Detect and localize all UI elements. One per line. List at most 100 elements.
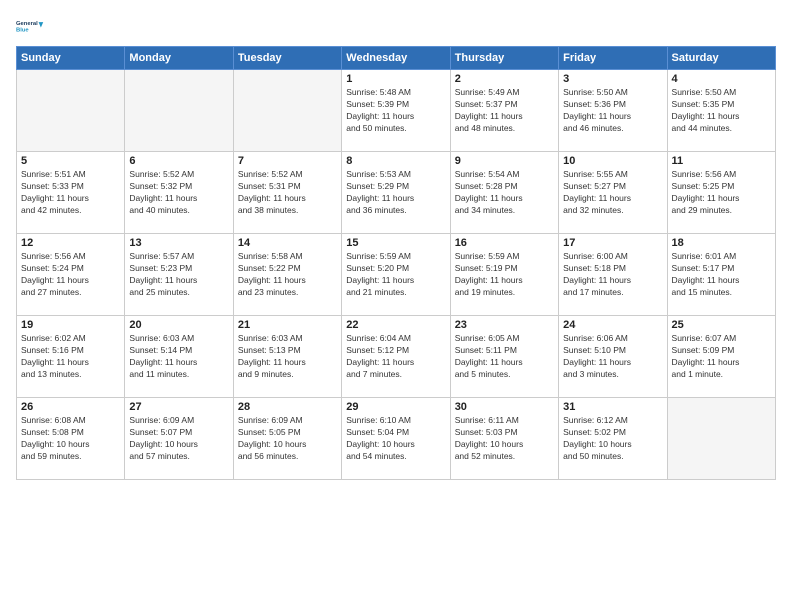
calendar-cell: 17 Sunrise: 6:00 AM Sunset: 5:18 PM Dayli…: [559, 234, 667, 316]
calendar-cell: 5 Sunrise: 5:51 AM Sunset: 5:33 PM Daylig…: [17, 152, 125, 234]
day-info: Sunrise: 5:56 AM Sunset: 5:25 PM Dayligh…: [672, 169, 771, 217]
day-number: 5: [21, 155, 120, 167]
calendar-cell: 14 Sunrise: 5:58 AM Sunset: 5:22 PM Dayli…: [233, 234, 341, 316]
day-number: 6: [129, 155, 228, 167]
calendar-cell: 21 Sunrise: 6:03 AM Sunset: 5:13 PM Dayli…: [233, 316, 341, 398]
calendar-cell: 28Sunrise: 6:09 AM Sunset: 5:05 PM Dayli…: [233, 398, 341, 480]
day-number: 1: [346, 73, 445, 85]
calendar-cell: 8Sunrise: 5:53 AM Sunset: 5:29 PM Daylig…: [342, 152, 450, 234]
day-number: 16: [455, 237, 554, 249]
day-info: Sunrise: 6:11 AM Sunset: 5:03 PM Dayligh…: [455, 415, 554, 463]
day-info: Sunrise: 6:03 AM Sunset: 5:14 PM Dayligh…: [129, 333, 228, 381]
day-info: Sunrise: 5:52 AM Sunset: 5:32 PM Dayligh…: [129, 169, 228, 217]
calendar-cell: 4 Sunrise: 5:50 AM Sunset: 5:35 PM Daylig…: [667, 70, 775, 152]
day-number: 17: [563, 237, 662, 249]
day-info: Sunrise: 5:50 AM Sunset: 5:36 PM Dayligh…: [563, 87, 662, 135]
day-info: Sunrise: 6:02 AM Sunset: 5:16 PM Dayligh…: [21, 333, 120, 381]
day-info: Sunrise: 5:57 AM Sunset: 5:23 PM Dayligh…: [129, 251, 228, 299]
day-info: Sunrise: 5:50 AM Sunset: 5:35 PM Dayligh…: [672, 87, 771, 135]
day-info: Sunrise: 5:58 AM Sunset: 5:22 PM Dayligh…: [238, 251, 337, 299]
calendar-cell: [17, 70, 125, 152]
day-number: 18: [672, 237, 771, 249]
day-number: 13: [129, 237, 228, 249]
weekday-header-sunday: Sunday: [17, 47, 125, 70]
calendar-cell: 15 Sunrise: 5:59 AM Sunset: 5:20 PM Dayli…: [342, 234, 450, 316]
week-row-3: 12Sunrise: 5:56 AM Sunset: 5:24 PM Dayli…: [17, 234, 776, 316]
day-number: 25: [672, 319, 771, 331]
calendar-cell: 22Sunrise: 6:04 AM Sunset: 5:12 PM Dayli…: [342, 316, 450, 398]
day-number: 2: [455, 73, 554, 85]
day-info: Sunrise: 6:06 AM Sunset: 5:10 PM Dayligh…: [563, 333, 662, 381]
day-number: 31: [563, 401, 662, 413]
weekday-header-monday: Monday: [125, 47, 233, 70]
week-row-1: 1 Sunrise: 5:48 AM Sunset: 5:39 PM Daylig…: [17, 70, 776, 152]
page: GeneralBlue SundayMondayTuesdayWednesday…: [0, 0, 792, 612]
calendar-cell: 13 Sunrise: 5:57 AM Sunset: 5:23 PM Dayli…: [125, 234, 233, 316]
day-number: 8: [346, 155, 445, 167]
day-info: Sunrise: 6:09 AM Sunset: 5:07 PM Dayligh…: [129, 415, 228, 463]
day-number: 21: [238, 319, 337, 331]
calendar-cell: 18 Sunrise: 6:01 AM Sunset: 5:17 PM Dayli…: [667, 234, 775, 316]
calendar-cell: 3 Sunrise: 5:50 AM Sunset: 5:36 PM Daylig…: [559, 70, 667, 152]
day-info: Sunrise: 6:09 AM Sunset: 5:05 PM Dayligh…: [238, 415, 337, 463]
week-row-5: 26Sunrise: 6:08 AM Sunset: 5:08 PM Dayli…: [17, 398, 776, 480]
day-info: Sunrise: 5:52 AM Sunset: 5:31 PM Dayligh…: [238, 169, 337, 217]
calendar-cell: 1 Sunrise: 5:48 AM Sunset: 5:39 PM Daylig…: [342, 70, 450, 152]
calendar-cell: 19 Sunrise: 6:02 AM Sunset: 5:16 PM Dayli…: [17, 316, 125, 398]
calendar-cell: 7 Sunrise: 5:52 AM Sunset: 5:31 PM Daylig…: [233, 152, 341, 234]
calendar-cell: 27Sunrise: 6:09 AM Sunset: 5:07 PM Dayli…: [125, 398, 233, 480]
logo: GeneralBlue: [16, 12, 44, 40]
day-number: 15: [346, 237, 445, 249]
calendar-cell: 2 Sunrise: 5:49 AM Sunset: 5:37 PM Daylig…: [450, 70, 558, 152]
day-info: Sunrise: 6:07 AM Sunset: 5:09 PM Dayligh…: [672, 333, 771, 381]
day-info: Sunrise: 5:51 AM Sunset: 5:33 PM Dayligh…: [21, 169, 120, 217]
day-info: Sunrise: 6:01 AM Sunset: 5:17 PM Dayligh…: [672, 251, 771, 299]
day-number: 9: [455, 155, 554, 167]
weekday-header-friday: Friday: [559, 47, 667, 70]
logo-icon: GeneralBlue: [16, 12, 44, 40]
week-row-2: 5 Sunrise: 5:51 AM Sunset: 5:33 PM Daylig…: [17, 152, 776, 234]
day-number: 3: [563, 73, 662, 85]
day-number: 19: [21, 319, 120, 331]
weekday-header-wednesday: Wednesday: [342, 47, 450, 70]
calendar-cell: 24 Sunrise: 6:06 AM Sunset: 5:10 PM Dayli…: [559, 316, 667, 398]
day-info: Sunrise: 6:03 AM Sunset: 5:13 PM Dayligh…: [238, 333, 337, 381]
day-number: 20: [129, 319, 228, 331]
weekday-header-row: SundayMondayTuesdayWednesdayThursdayFrid…: [17, 47, 776, 70]
day-info: Sunrise: 6:05 AM Sunset: 5:11 PM Dayligh…: [455, 333, 554, 381]
day-number: 29: [346, 401, 445, 413]
day-info: Sunrise: 5:55 AM Sunset: 5:27 PM Dayligh…: [563, 169, 662, 217]
calendar-cell: [233, 70, 341, 152]
calendar-cell: 25 Sunrise: 6:07 AM Sunset: 5:09 PM Dayli…: [667, 316, 775, 398]
calendar-cell: 12Sunrise: 5:56 AM Sunset: 5:24 PM Dayli…: [17, 234, 125, 316]
header: GeneralBlue: [16, 12, 776, 40]
day-number: 12: [21, 237, 120, 249]
day-info: Sunrise: 5:59 AM Sunset: 5:20 PM Dayligh…: [346, 251, 445, 299]
day-info: Sunrise: 6:04 AM Sunset: 5:12 PM Dayligh…: [346, 333, 445, 381]
weekday-header-thursday: Thursday: [450, 47, 558, 70]
day-info: Sunrise: 6:08 AM Sunset: 5:08 PM Dayligh…: [21, 415, 120, 463]
calendar-cell: 11Sunrise: 5:56 AM Sunset: 5:25 PM Dayli…: [667, 152, 775, 234]
calendar-cell: 30Sunrise: 6:11 AM Sunset: 5:03 PM Dayli…: [450, 398, 558, 480]
week-row-4: 19 Sunrise: 6:02 AM Sunset: 5:16 PM Dayli…: [17, 316, 776, 398]
calendar-table: SundayMondayTuesdayWednesdayThursdayFrid…: [16, 46, 776, 480]
day-number: 24: [563, 319, 662, 331]
svg-text:Blue: Blue: [16, 27, 29, 33]
calendar-cell: 20 Sunrise: 6:03 AM Sunset: 5:14 PM Dayli…: [125, 316, 233, 398]
day-number: 7: [238, 155, 337, 167]
calendar-cell: 6 Sunrise: 5:52 AM Sunset: 5:32 PM Daylig…: [125, 152, 233, 234]
calendar-cell: 29Sunrise: 6:10 AM Sunset: 5:04 PM Dayli…: [342, 398, 450, 480]
calendar-cell: [667, 398, 775, 480]
day-info: Sunrise: 6:12 AM Sunset: 5:02 PM Dayligh…: [563, 415, 662, 463]
day-info: Sunrise: 5:48 AM Sunset: 5:39 PM Dayligh…: [346, 87, 445, 135]
calendar-cell: 10Sunrise: 5:55 AM Sunset: 5:27 PM Dayli…: [559, 152, 667, 234]
calendar-cell: 31 Sunrise: 6:12 AM Sunset: 5:02 PM Dayli…: [559, 398, 667, 480]
svg-text:General: General: [16, 21, 38, 27]
day-info: Sunrise: 5:59 AM Sunset: 5:19 PM Dayligh…: [455, 251, 554, 299]
day-number: 14: [238, 237, 337, 249]
calendar-cell: 9Sunrise: 5:54 AM Sunset: 5:28 PM Daylig…: [450, 152, 558, 234]
day-info: Sunrise: 5:49 AM Sunset: 5:37 PM Dayligh…: [455, 87, 554, 135]
day-info: Sunrise: 6:00 AM Sunset: 5:18 PM Dayligh…: [563, 251, 662, 299]
calendar-cell: 23Sunrise: 6:05 AM Sunset: 5:11 PM Dayli…: [450, 316, 558, 398]
day-number: 4: [672, 73, 771, 85]
